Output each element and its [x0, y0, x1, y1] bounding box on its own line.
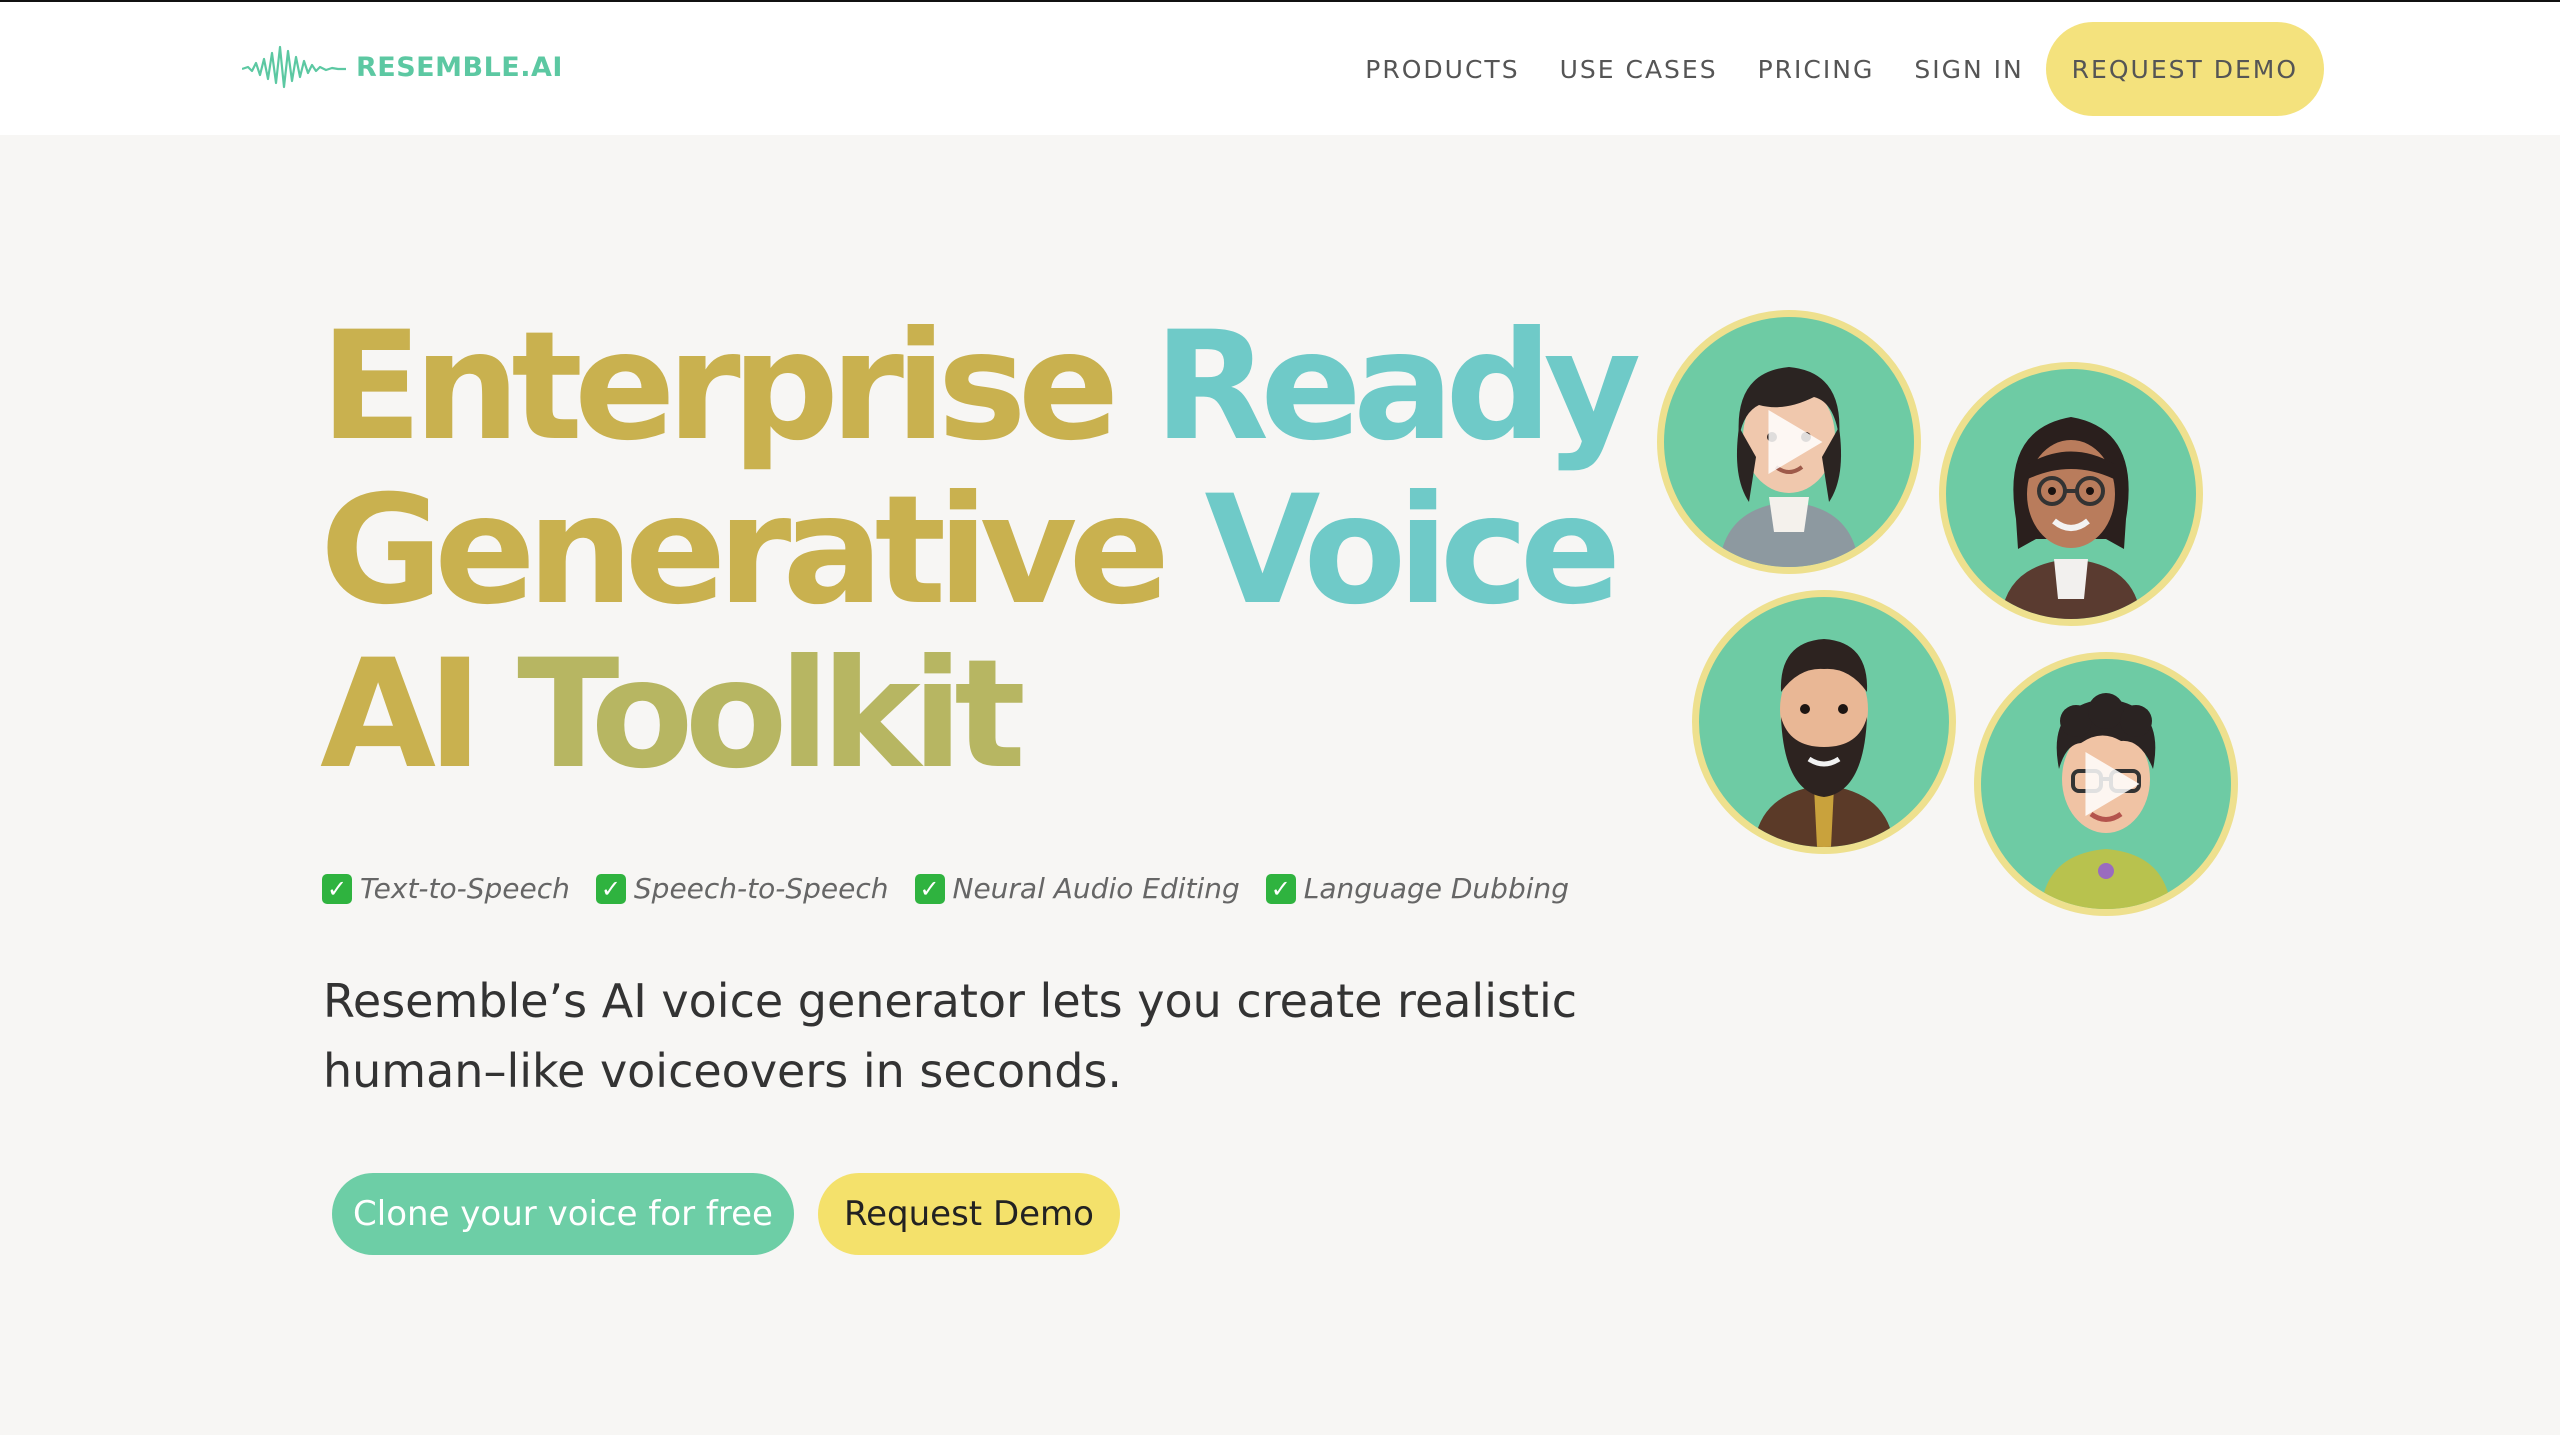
voice-avatar-2[interactable]	[1939, 362, 2203, 626]
request-demo-button[interactable]: Request Demo	[818, 1173, 1120, 1255]
avatar-woman-glasses-icon	[2001, 417, 2141, 619]
headline-word: Ready	[1153, 300, 1642, 474]
headline-line-1: Enterprise Ready	[320, 300, 1641, 474]
headline-word: Voice	[1204, 464, 1621, 638]
feature-label: Language Dubbing	[1303, 872, 1570, 905]
avatar-bearded-man-icon	[1754, 639, 1894, 847]
request-demo-nav-button[interactable]: REQUEST DEMO	[2045, 22, 2324, 116]
nav-use-cases[interactable]: USE CASES	[1560, 55, 1718, 84]
play-icon[interactable]	[2085, 752, 2140, 816]
feature-item: ✓ Speech-to-Speech	[595, 872, 889, 905]
subtitle-line: human–like voiceovers in seconds.	[323, 1044, 1123, 1098]
site-header: RESEMBLE.AI PRODUCTS USE CASES PRICING S…	[0, 2, 2560, 135]
checkmark-icon: ✓	[322, 873, 352, 904]
voice-avatar-4[interactable]	[1974, 652, 2238, 916]
feature-label: Neural Audio Editing	[952, 872, 1240, 905]
headline-line-2: Generative Voice	[320, 464, 1621, 638]
nav-sign-in[interactable]: SIGN IN	[1914, 55, 2023, 84]
feature-item: ✓ Text-to-Speech	[322, 872, 570, 905]
headline-word: Enterprise	[320, 300, 1119, 474]
hero-headline: Enterprise Ready Generative Voice AI Too…	[320, 300, 1641, 797]
nav-pricing[interactable]: PRICING	[1758, 55, 1875, 84]
checkmark-icon: ✓	[595, 873, 626, 904]
headline-word: Toolkit	[517, 628, 1026, 802]
feature-item: ✓ Neural Audio Editing	[914, 872, 1240, 905]
voice-avatar-1[interactable]	[1657, 310, 1921, 574]
checkmark-icon: ✓	[1265, 873, 1296, 904]
headline-line-3: AI Toolkit	[320, 633, 1620, 797]
feature-label: Speech-to-Speech	[633, 872, 889, 905]
voice-avatar-3[interactable]	[1692, 590, 1956, 854]
feature-label: Text-to-Speech	[360, 872, 570, 905]
brand-logo[interactable]: RESEMBLE.AI	[242, 36, 563, 98]
play-icon[interactable]	[1768, 410, 1823, 474]
clone-voice-button[interactable]: Clone your voice for free	[332, 1173, 794, 1255]
checkmark-icon: ✓	[914, 873, 945, 904]
brand-name: RESEMBLE.AI	[356, 51, 563, 83]
waveform-icon	[242, 45, 346, 89]
nav-products[interactable]: PRODUCTS	[1365, 55, 1519, 84]
feature-list: ✓ Text-to-Speech ✓ Speech-to-Speech ✓ Ne…	[322, 872, 1595, 905]
feature-item: ✓ Language Dubbing	[1265, 872, 1570, 905]
subtitle-line: Resemble’s AI voice generator lets you c…	[323, 974, 1578, 1028]
headline-word: AI	[320, 628, 483, 802]
main-nav: PRODUCTS USE CASES PRICING SIGN IN REQUE…	[1365, 22, 2324, 116]
hero-subtitle: Resemble’s AI voice generator lets you c…	[323, 966, 1623, 1106]
headline-word: Generative	[320, 464, 1170, 638]
